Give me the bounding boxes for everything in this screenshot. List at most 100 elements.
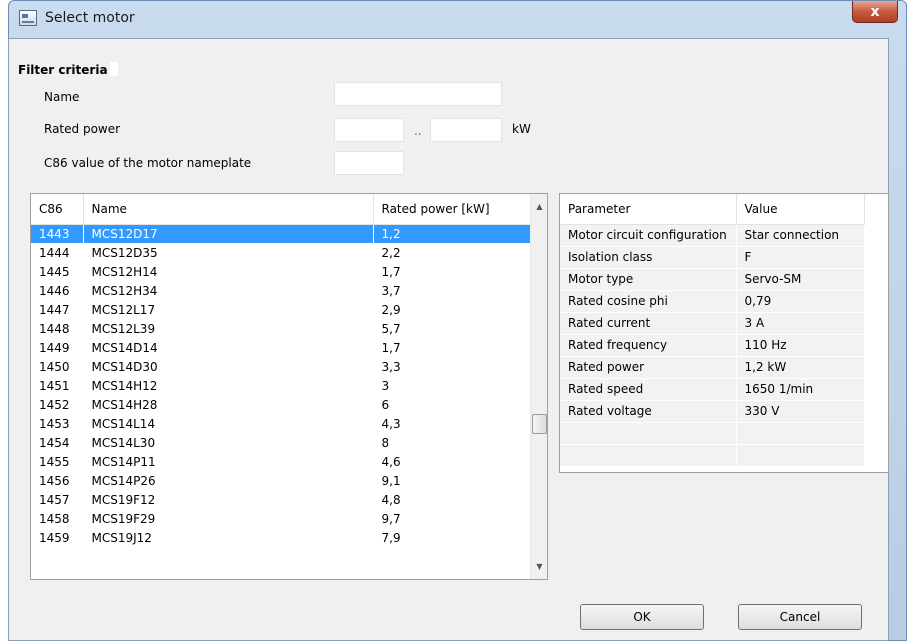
motor-row[interactable]: 1445 MCS12H14 1,7 [31,262,532,281]
up-arrow-icon[interactable]: ▲ [531,198,547,215]
motor-power-cell: 9,1 [373,471,532,490]
parameter-value-cell: 1,2 kW [736,356,865,379]
motor-row[interactable]: 1454 MCS14L30 8 [31,433,532,452]
motor-c86-cell: 1451 [31,376,84,395]
close-button[interactable]: x [852,1,898,23]
parameter-name-cell: Rated current [560,312,737,335]
motor-row[interactable]: 1459 MCS19J12 7,9 [31,528,532,547]
rated-power-label: Rated power [44,122,121,136]
motor-power-cell: 1,7 [373,262,532,281]
motor-name-cell: MCS12D17 [83,224,374,243]
motor-power-cell: 4,8 [373,490,532,509]
c86-label: C86 value of the motor nameplate [44,156,252,170]
motor-list-header: C86 Name Rated power [kW] [31,194,532,225]
c86-input[interactable] [334,151,404,175]
motor-row[interactable]: 1444 MCS12D35 2,2 [31,243,532,262]
motor-c86-cell: 1456 [31,471,84,490]
parameter-row: Rated speed 1650 1/min [560,378,865,401]
title-bar[interactable]: Select motor x [9,1,906,39]
parameter-name-cell: Rated voltage [560,400,737,423]
motor-row[interactable]: 1457 MCS19F12 4,8 [31,490,532,509]
motor-power-cell: 4,6 [373,452,532,471]
motor-c86-cell: 1449 [31,338,84,357]
rated-power-unit: kW [512,122,531,136]
motor-row[interactable]: 1453 MCS14L14 4,3 [31,414,532,433]
parameter-empty-row [560,422,865,445]
close-icon: x [870,3,880,20]
motor-name-cell: MCS12L39 [83,319,374,338]
parameter-row: Isolation class F [560,246,865,269]
motor-power-cell: 9,7 [373,509,532,528]
motor-row[interactable]: 1448 MCS12L39 5,7 [31,319,532,338]
down-arrow-icon[interactable]: ▼ [531,558,547,575]
parameter-name-cell: Motor circuit configuration [560,224,737,247]
parameter-value-cell: F [736,246,865,269]
scrollbar-thumb[interactable] [532,414,547,435]
parameter-value-cell: Star connection [736,224,865,247]
motor-power-cell: 8 [373,433,532,452]
motor-c86-cell: 1454 [31,433,84,452]
motor-row[interactable]: 1452 MCS14H28 6 [31,395,532,414]
motor-power-cell: 1,2 [373,224,532,243]
parameter-value-cell: 0,79 [736,290,865,313]
motor-name-cell: MCS12H34 [83,281,374,300]
column-header-c86[interactable]: C86 [31,194,84,225]
parameter-value-cell: 330 V [736,400,865,423]
motor-row[interactable]: 1447 MCS12L17 2,9 [31,300,532,319]
motor-name-cell: MCS14L30 [83,433,374,452]
window-title: Select motor [45,10,135,26]
window-app-icon [19,10,37,26]
parameter-name-cell: Rated power [560,356,737,379]
parameter-grid-header: Parameter Value [560,194,865,225]
motor-row[interactable]: 1446 MCS12H34 3,7 [31,281,532,300]
motor-row[interactable]: 1458 MCS19F29 9,7 [31,509,532,528]
motor-row[interactable]: 1450 MCS14D30 3,3 [31,357,532,376]
parameter-value-cell: 1650 1/min [736,378,865,401]
parameter-name-cell: Rated speed [560,378,737,401]
motor-name-cell: MCS14D30 [83,357,374,376]
motor-c86-cell: 1450 [31,357,84,376]
parameter-value-cell: Servo-SM [736,268,865,291]
motor-c86-cell: 1458 [31,509,84,528]
motor-name-cell: MCS19J12 [83,528,374,547]
motor-name-cell: MCS19F12 [83,490,374,509]
parameter-grid: Parameter Value Motor circuit configurat… [559,193,889,473]
motor-c86-cell: 1445 [31,262,84,281]
parameter-row: Motor circuit configuration Star connecti… [560,224,865,247]
motor-name-cell: MCS19F29 [83,509,374,528]
motor-c86-cell: 1453 [31,414,84,433]
motor-row[interactable]: 1449 MCS14D14 1,7 [31,338,532,357]
motor-c86-cell: 1457 [31,490,84,509]
motor-name-cell: MCS12H14 [83,262,374,281]
motor-list-grid[interactable]: C86 Name Rated power [kW] 1443 MCS12D17 1,… [30,193,548,580]
motor-c86-cell: 1443 [31,224,84,243]
parameter-row: Rated frequency 110 Hz [560,334,865,357]
parameter-value-cell: 110 Hz [736,334,865,357]
column-header-parameter: Parameter [560,194,737,225]
motor-row[interactable]: 1455 MCS14P11 4,6 [31,452,532,471]
motor-name-cell: MCS14P11 [83,452,374,471]
parameter-row: Motor type Servo-SM [560,268,865,291]
rated-power-max-input[interactable] [430,118,502,142]
motor-row[interactable]: 1456 MCS14P26 9,1 [31,471,532,490]
motor-name-cell: MCS12D35 [83,243,374,262]
motor-power-cell: 5,7 [373,319,532,338]
motor-c86-cell: 1446 [31,281,84,300]
motor-row[interactable]: 1451 MCS14H12 3 [31,376,532,395]
column-header-value: Value [736,194,865,225]
column-header-name[interactable]: Name [83,194,374,225]
motor-list-scrollbar[interactable]: ▲ ▼ [530,194,547,579]
name-input[interactable] [334,82,502,106]
parameter-row: Rated power 1,2 kW [560,356,865,379]
filter-criteria-heading: Filter criteria [18,62,118,77]
cancel-button[interactable]: Cancel [738,604,862,630]
parameter-empty-cell [736,422,865,445]
name-label: Name [44,90,80,104]
ok-button[interactable]: OK [580,604,704,630]
motor-name-cell: MCS12L17 [83,300,374,319]
rated-power-min-input[interactable] [334,118,404,142]
parameter-row: Rated cosine phi 0,79 [560,290,865,313]
motor-power-cell: 4,3 [373,414,532,433]
motor-row[interactable]: 1443 MCS12D17 1,2 [31,224,532,243]
column-header-rated-power[interactable]: Rated power [kW] [373,194,532,225]
